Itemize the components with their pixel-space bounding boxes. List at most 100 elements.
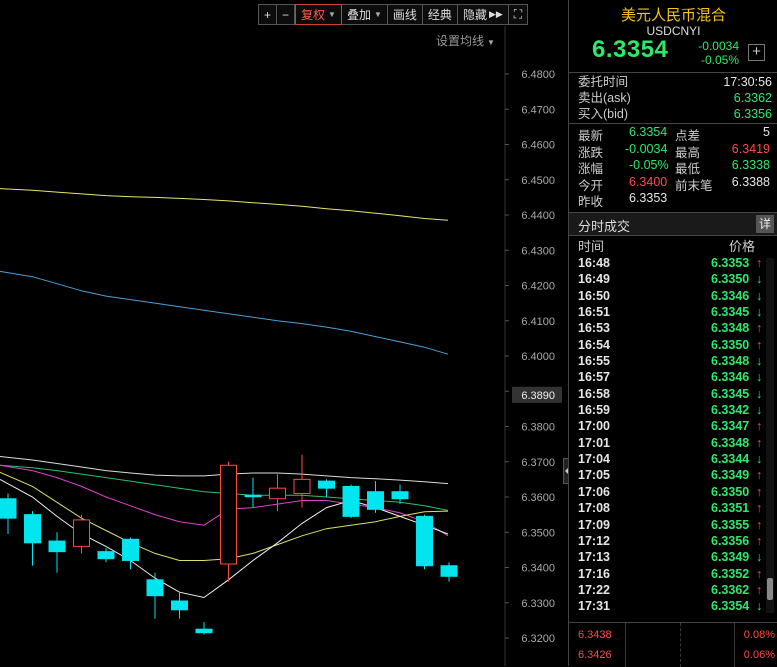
trade-row: 16:57 6.3346 ↓: [569, 369, 769, 385]
trade-price: 6.3346: [711, 288, 750, 303]
y-tick-label: 6.3700: [521, 457, 555, 469]
candle-body: [318, 480, 335, 489]
trade-row: 17:22 6.3362 ↑: [569, 582, 769, 598]
trade-price: 6.3345: [711, 386, 750, 401]
trade-price: 6.3353: [711, 256, 750, 270]
trades-scrollbar[interactable]: [766, 258, 774, 613]
candle-body: [195, 628, 213, 634]
trade-time: 17:09: [578, 517, 610, 532]
bid-label: 买入(bid): [578, 107, 629, 121]
trade-time: 16:54: [578, 337, 610, 352]
trades-detail-button[interactable]: 详: [756, 215, 774, 233]
trade-time: 16:58: [578, 386, 610, 401]
trade-price: 6.3355: [711, 517, 750, 532]
candle-body: [24, 514, 41, 544]
trade-price: 6.3342: [711, 403, 750, 418]
candle-body: [367, 491, 384, 510]
zoom-out-button[interactable]: −: [277, 4, 296, 25]
mini-pct-top: 0.08%: [743, 629, 775, 641]
trade-price: 6.3350: [711, 484, 750, 499]
arrow-up-icon: ↑: [756, 435, 763, 450]
trade-row: 16:51 6.3345 ↓: [569, 304, 769, 320]
current-price-label: 6.3890: [521, 390, 555, 402]
trade-list[interactable]: 16:48 6.3353 ↑ 16:49 6.3350 ↓ 16:50 6.3346 ↓ 16:5…: [569, 255, 769, 615]
mini-price-bottom: 6.3426: [578, 649, 612, 661]
kline-chart[interactable]: 6.4800 6.4700 6.4600 6.4500 6.4400 6.4300 6.42…: [0, 0, 565, 666]
trade-price: 6.3356: [711, 533, 750, 548]
candle-body: [48, 540, 66, 553]
scroll-thumb[interactable]: [767, 578, 773, 600]
hide-button[interactable]: 隐藏 ▶▶: [457, 4, 509, 25]
trades-title: 分时成交: [578, 219, 631, 234]
trade-time: 16:57: [578, 370, 610, 385]
y-tick-label: 6.4600: [521, 140, 555, 152]
instrument-title: 美元人民币混合: [620, 7, 726, 24]
restore-rights-label: 复权: [301, 8, 326, 22]
arrow-down-icon: ↓: [756, 599, 763, 614]
draw-line-button[interactable]: 画线: [387, 4, 423, 25]
arrow-down-icon: ↓: [756, 288, 763, 303]
candle-body: [416, 515, 433, 567]
candle-body: [269, 487, 286, 500]
candle-body: [244, 494, 262, 498]
ma-setting-dropdown[interactable]: 设置均线 ▼: [436, 32, 495, 49]
time-column-header: 时间: [578, 239, 605, 254]
trade-price: 6.3351: [711, 501, 750, 516]
trade-time: 16:48: [578, 256, 610, 270]
trade-price: 6.3348: [711, 321, 750, 336]
trade-row: 17:12 6.3356 ↑: [569, 533, 769, 549]
y-tick-label: 6.3300: [521, 598, 555, 610]
bid-value: 6.3356: [733, 107, 772, 121]
dropdown-caret-icon: ▼: [373, 10, 382, 19]
y-tick-label: 6.3800: [521, 422, 555, 434]
classic-button[interactable]: 经典: [422, 4, 458, 25]
trade-time: 17:22: [578, 582, 610, 597]
last-trade-label: 前末笔: [675, 179, 713, 193]
trade-price: 6.3350: [711, 337, 750, 352]
trade-row: 16:55 6.3348 ↓: [569, 353, 769, 369]
candle-body: [391, 491, 409, 500]
trade-time: 17:05: [578, 468, 610, 483]
arrow-up-icon: ↑: [756, 582, 763, 597]
order-time-value: 17:30:56: [723, 75, 772, 89]
change-percent: -0.05%: [700, 53, 739, 67]
trade-row: 17:06 6.3350 ↑: [569, 484, 769, 500]
trade-row: 17:31 6.3354 ↓: [569, 598, 769, 614]
mini-timeshare-chart[interactable]: 6.3438 0.08% 6.3426 0.06%: [569, 622, 777, 667]
add-watchlist-button[interactable]: +: [748, 44, 765, 61]
ask-value: 6.3362: [733, 91, 772, 105]
y-tick-label: 6.4400: [521, 210, 555, 222]
kline-chart-panel[interactable]: 6.4800 6.4700 6.4600 6.4500 6.4400 6.4300 6.42…: [0, 0, 565, 666]
arrow-up-icon: ↑: [756, 419, 763, 434]
trade-row: 16:54 6.3350 ↑: [569, 337, 769, 353]
zoom-in-button[interactable]: +: [258, 4, 278, 25]
ma-setting-label: 设置均线: [436, 34, 485, 48]
trade-price: 6.3349: [711, 550, 750, 565]
divider: [569, 123, 777, 124]
change-value: -0.0034: [698, 39, 739, 53]
arrow-up-icon: ↑: [756, 566, 763, 581]
arrow-up-icon: ↑: [756, 501, 763, 516]
overlay-label: 叠加: [346, 8, 371, 22]
arrow-down-icon: ↓: [756, 305, 763, 320]
y-tick-label: 6.4000: [521, 351, 555, 363]
trade-time: 17:01: [578, 435, 610, 450]
arrow-down-icon: ↓: [756, 403, 763, 418]
arrow-up-icon: ↑: [756, 468, 763, 483]
trade-price: 6.3344: [711, 452, 750, 467]
overlay-dropdown[interactable]: 叠加 ▼: [341, 4, 388, 25]
last-price: 6.3354: [592, 36, 669, 63]
restore-rights-dropdown[interactable]: 复权 ▼: [295, 4, 342, 25]
fullscreen-button[interactable]: ⛶: [508, 4, 529, 25]
divider: [569, 72, 777, 73]
arrow-up-icon: ↑: [756, 484, 763, 499]
mini-price-top: 6.3438: [578, 629, 612, 641]
trade-row: 17:13 6.3349 ↓: [569, 549, 769, 565]
latest-value: 6.3354: [629, 125, 668, 139]
trade-time: 17:04: [578, 452, 610, 467]
trade-time: 17:13: [578, 550, 610, 565]
open-value: 6.3400: [629, 175, 668, 189]
trade-row: 16:53 6.3348 ↑: [569, 320, 769, 336]
trade-time: 17:08: [578, 501, 610, 516]
trade-time: 17:16: [578, 566, 610, 581]
